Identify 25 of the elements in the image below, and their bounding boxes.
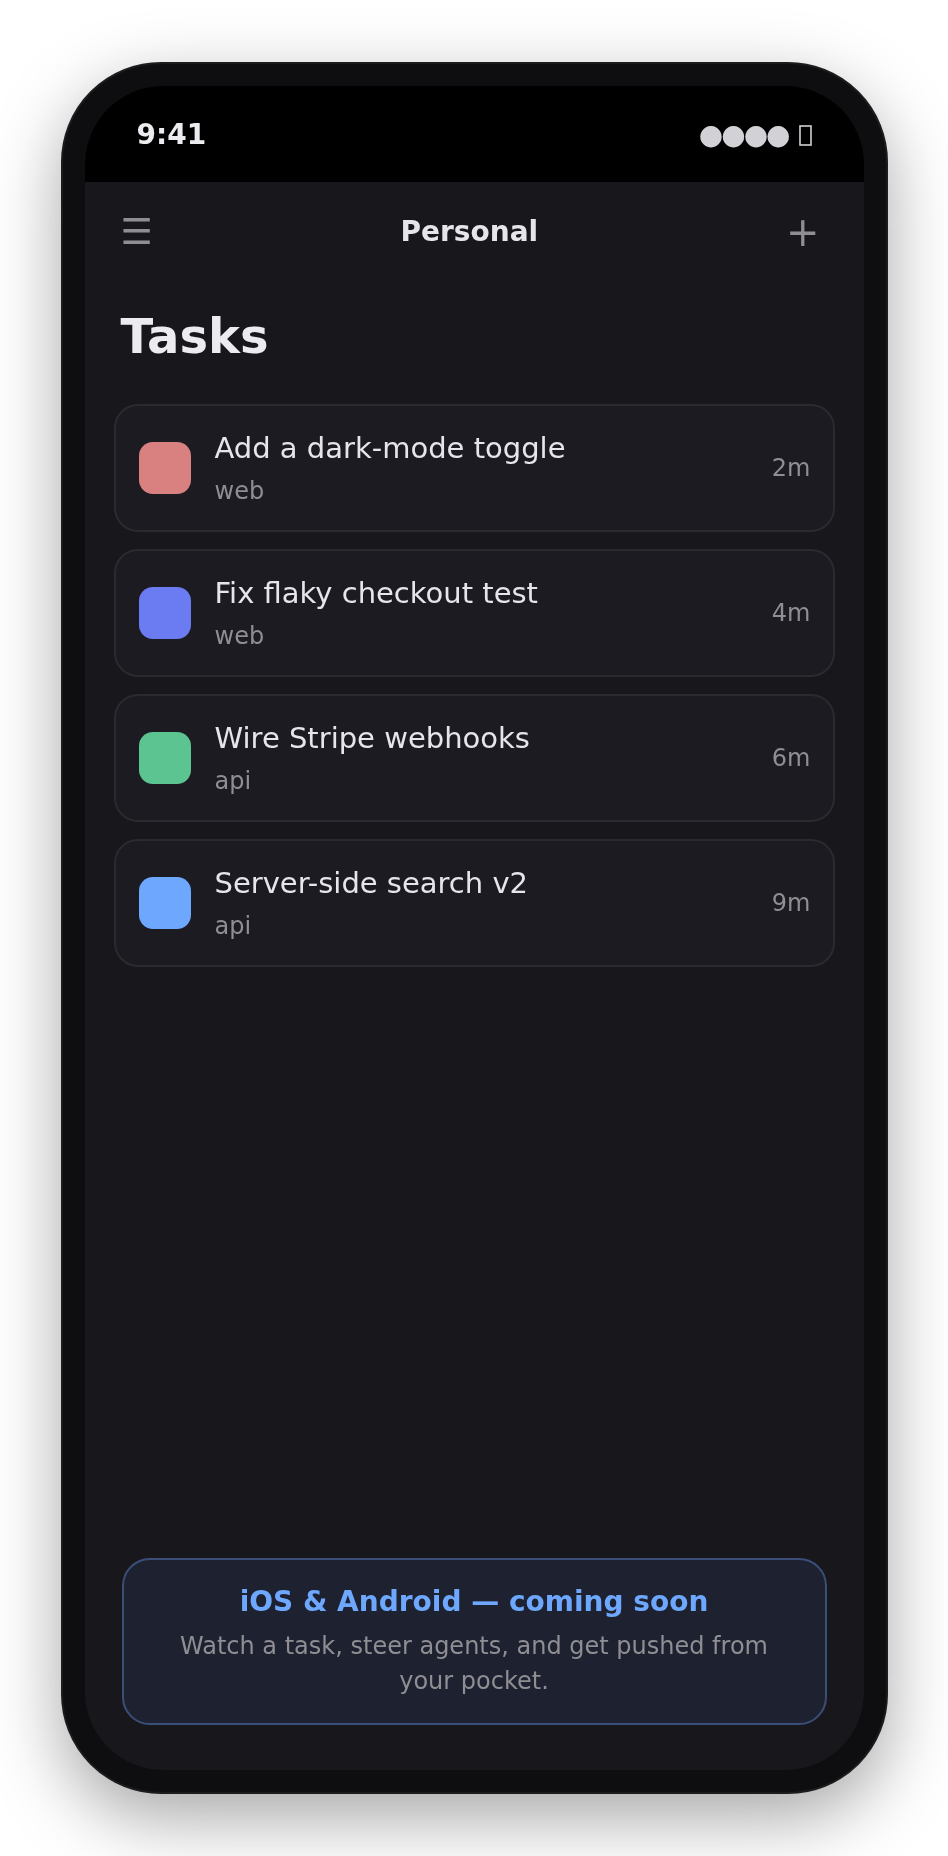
header-title: Personal xyxy=(400,214,539,250)
signal-dots: ●●●● xyxy=(698,121,789,149)
battery-icon xyxy=(798,124,812,146)
task-time: 6m xyxy=(771,743,811,774)
task-title: Server-side search v2 xyxy=(214,865,529,902)
task-title: Fix flaky checkout test xyxy=(214,575,539,612)
task-tag: web xyxy=(214,619,265,653)
task-title: Add a dark-mode toggle xyxy=(214,430,567,467)
status-time: 9:41 xyxy=(136,121,207,149)
task-title: Wire Stripe webhooks xyxy=(214,720,531,757)
task-time: 2m xyxy=(771,453,811,484)
task-tag: api xyxy=(214,909,252,943)
add-button[interactable]: + xyxy=(785,212,820,252)
task-time: 9m xyxy=(771,888,811,919)
menu-button[interactable]: ☰ xyxy=(120,214,153,250)
banner-text: Watch a task, steer agents, and get pushed from your pocket. xyxy=(179,1631,769,1697)
task-tag: web xyxy=(214,474,265,508)
page-title: Tasks xyxy=(120,308,269,364)
task-tag: api xyxy=(214,764,252,798)
task-card[interactable]: Add a dark-mode toggle web 2m xyxy=(113,404,835,532)
task-card[interactable]: Wire Stripe webhooks api 6m xyxy=(113,694,835,822)
banner-title: iOS & Android — coming soon xyxy=(239,1584,709,1620)
task-time: 4m xyxy=(771,598,811,629)
task-card[interactable]: Fix flaky checkout test web 4m xyxy=(113,549,835,677)
task-card[interactable]: Server-side search v2 api 9m xyxy=(113,839,835,967)
